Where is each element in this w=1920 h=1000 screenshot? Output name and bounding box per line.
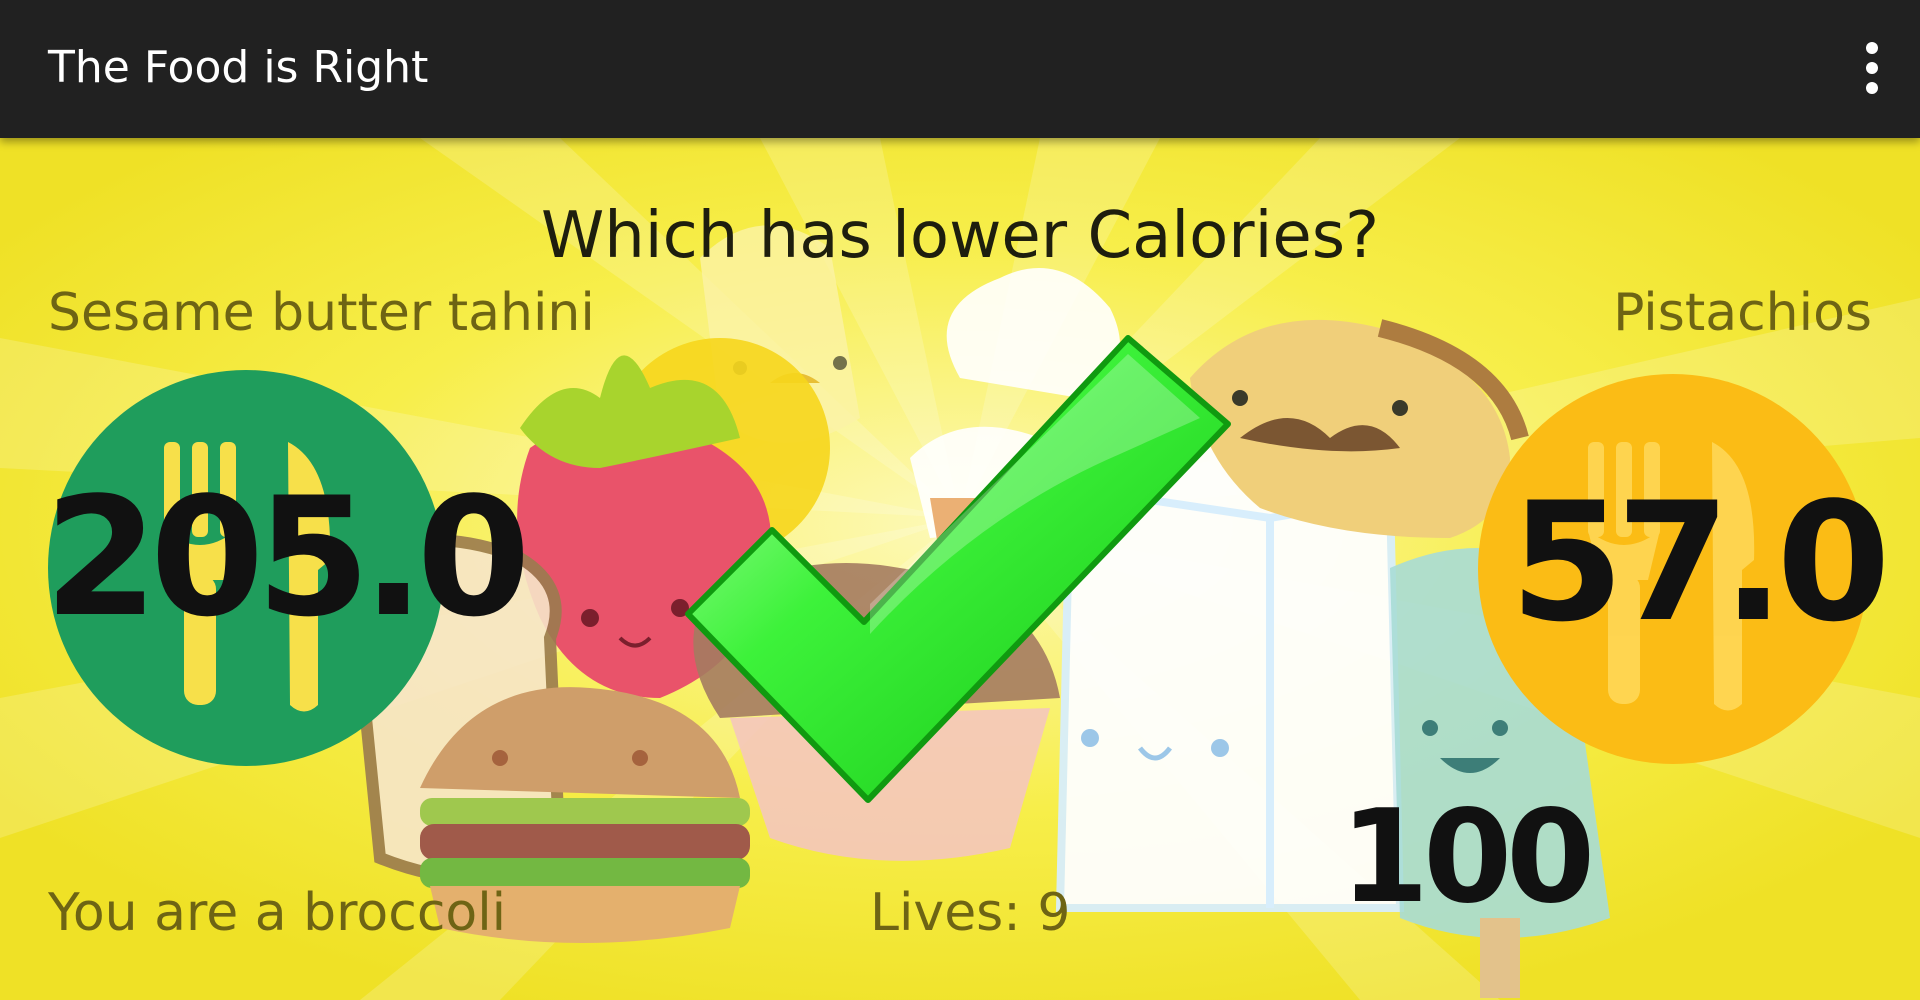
left-food-calories: 205.0 [44, 462, 531, 653]
question-text: Which has lower Calories? [540, 199, 1380, 273]
checkmark-icon [685, 335, 1231, 803]
game-area: Which has lower Calories? Sesame butter … [0, 138, 1920, 1000]
app-bar: The Food is Right [0, 0, 1920, 138]
overflow-menu-icon[interactable] [1848, 36, 1896, 100]
app-root: The Food is Right Which has lower Calori… [0, 0, 1920, 1000]
rank-text: You are a broccoli [48, 883, 507, 943]
app-title: The Food is Right [48, 42, 429, 93]
right-food-calories: 57.0 [1510, 467, 1891, 658]
lives-text: Lives: 9 [870, 883, 1071, 943]
right-food-name: Pistachios [1613, 283, 1872, 343]
left-food-name: Sesame butter tahini [48, 283, 595, 343]
score-value: 100 [1340, 783, 1595, 932]
